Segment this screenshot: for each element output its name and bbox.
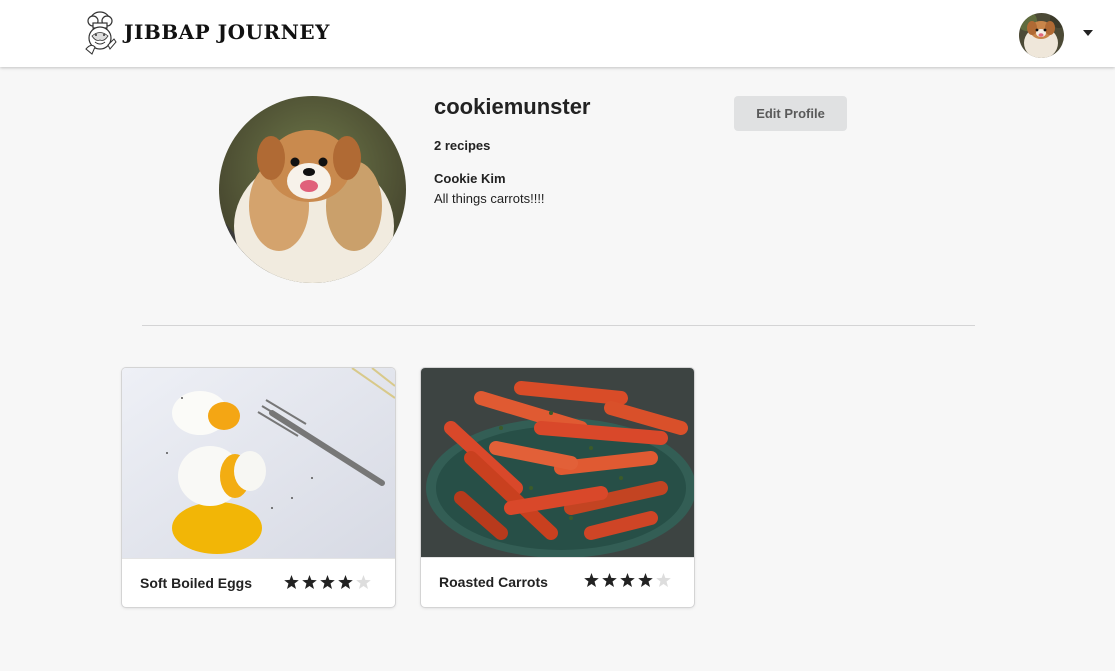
profile-bio: All things carrots!!!! <box>434 191 545 206</box>
brand-name: JIBBAP JOURNEY <box>124 20 330 44</box>
star-filled-icon <box>284 575 299 589</box>
star-empty-icon <box>356 575 371 589</box>
user-avatar[interactable] <box>1019 13 1064 58</box>
section-divider <box>142 325 975 326</box>
recipe-card-footer: Roasted Carrots <box>421 557 694 607</box>
edit-profile-button[interactable]: Edit Profile <box>734 96 847 131</box>
recipe-count: 2 recipes <box>434 138 491 153</box>
recipe-rating <box>284 575 371 589</box>
top-navbar: JIBBAP JOURNEY <box>0 0 1115 67</box>
caret-down-icon[interactable] <box>1083 30 1093 36</box>
profile-photo <box>219 96 406 283</box>
star-filled-icon <box>320 575 335 589</box>
recipe-image-eggs <box>122 368 395 558</box>
star-filled-icon <box>620 573 635 587</box>
recipe-card-roasted-carrots[interactable]: Roasted Carrots <box>421 368 694 607</box>
recipe-rating <box>584 573 671 587</box>
star-filled-icon <box>338 575 353 589</box>
star-filled-icon <box>302 575 317 589</box>
profile-username: cookiemunster <box>434 94 591 119</box>
star-empty-icon <box>656 573 671 587</box>
recipe-image-carrots <box>421 368 694 557</box>
brand-home-link[interactable]: JIBBAP JOURNEY <box>82 8 330 56</box>
star-filled-icon <box>638 573 653 587</box>
recipe-card-footer: Soft Boiled Eggs <box>122 558 395 607</box>
recipe-card-soft-boiled-eggs[interactable]: Soft Boiled Eggs <box>122 368 395 607</box>
star-filled-icon <box>602 573 617 587</box>
recipe-title: Roasted Carrots <box>439 574 548 590</box>
star-filled-icon <box>584 573 599 587</box>
chef-icon <box>85 11 117 55</box>
profile-full-name: Cookie Kim <box>434 171 506 186</box>
recipe-title: Soft Boiled Eggs <box>140 575 252 591</box>
